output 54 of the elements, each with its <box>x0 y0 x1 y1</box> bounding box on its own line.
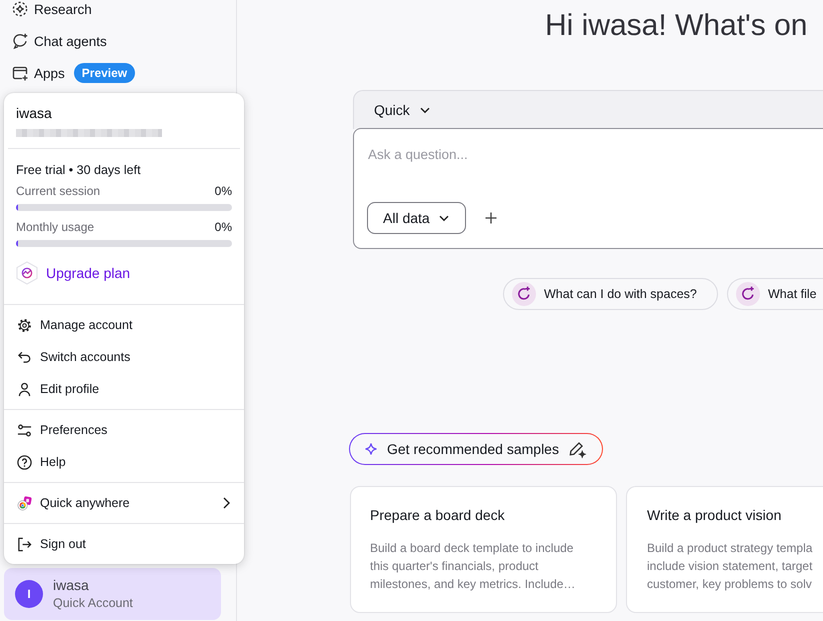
suggestion-chip[interactable]: What file <box>727 278 823 310</box>
add-button[interactable] <box>484 211 498 225</box>
card-title: Write a product vision <box>647 506 782 524</box>
account-type-label: Quick Account <box>53 595 133 612</box>
sliders-icon <box>17 422 32 438</box>
chat-bubble-icon <box>12 33 28 49</box>
undo-arrow-icon <box>17 350 32 364</box>
sample-card[interactable]: Write a product vision Build a product strategy templa include vision statement, target customer, key problems to solv <box>626 486 823 613</box>
menu-item[interactable]: Edit profile <box>4 373 244 405</box>
card-title: Prepare a board deck <box>370 506 506 524</box>
suggestion-chip[interactable]: What can I do with spaces? <box>503 278 718 310</box>
card-description: Build a board deck template to include this quarter's financials, product milestones, and key metrics. Include… <box>370 540 576 593</box>
meter-reading: 0% <box>214 219 232 235</box>
sample-card[interactable]: Prepare a board deck Build a board deck template to include this quarter's financials, product milestones, and key metrics. Include… <box>350 486 617 613</box>
menu-item[interactable]: Switch accounts <box>4 341 244 373</box>
chevron-down-icon <box>420 106 430 114</box>
chat-sparkle-icon <box>512 282 536 306</box>
menu-item[interactable]: Sign out <box>4 528 244 560</box>
sign-out-icon <box>17 536 32 552</box>
mode-dropdown[interactable]: Quick <box>374 98 430 122</box>
help-icon <box>17 454 32 470</box>
chevron-down-icon <box>438 214 449 222</box>
settings-icon <box>17 318 32 332</box>
meter-label: Current session <box>16 183 100 199</box>
app-logo-icon <box>17 496 32 510</box>
preview-badge: Preview <box>74 63 136 83</box>
menu-item[interactable]: Quick anywhere <box>4 487 244 519</box>
user-avatar: I <box>15 580 43 608</box>
menu-item[interactable]: Help <box>4 446 244 478</box>
user-name: iwasa <box>16 105 52 121</box>
question-input[interactable]: Ask a question... <box>367 142 798 166</box>
menu-item[interactable]: Manage account <box>4 309 244 341</box>
card-description: Build a product strategy templa include vision statement, target customer, key problems to solv <box>647 540 814 593</box>
person-icon <box>17 382 32 396</box>
greeting-heading: Hi iwasa! What's on <box>545 8 808 44</box>
pencil-sparkle-icon <box>568 440 587 458</box>
menu-item[interactable]: Preferences <box>4 414 244 446</box>
meter-label: Monthly usage <box>16 219 94 235</box>
account-name: iwasa <box>53 576 90 594</box>
nav-item[interactable]: Chat agents <box>12 25 236 57</box>
recommended-samples-button[interactable]: Get recommended samples <box>349 433 603 465</box>
hexagon-chart-icon <box>16 261 38 285</box>
plan-status: Free trial • 30 days left <box>16 162 141 178</box>
upgrade-plan-link[interactable]: Upgrade plan <box>16 261 130 285</box>
account-card[interactable]: I iwasa Quick Account <box>4 568 221 620</box>
sparkle-circle-icon <box>12 1 28 17</box>
app-window-icon <box>12 65 28 81</box>
nav-item[interactable]: Apps Preview <box>12 57 236 89</box>
sparkle-icon <box>363 441 379 457</box>
meter-reading: 0% <box>214 183 232 199</box>
data-scope-dropdown[interactable]: All data <box>367 202 466 234</box>
nav-item[interactable]: Research <box>12 0 236 25</box>
plus-icon <box>485 212 497 224</box>
chat-sparkle-icon <box>736 282 760 306</box>
